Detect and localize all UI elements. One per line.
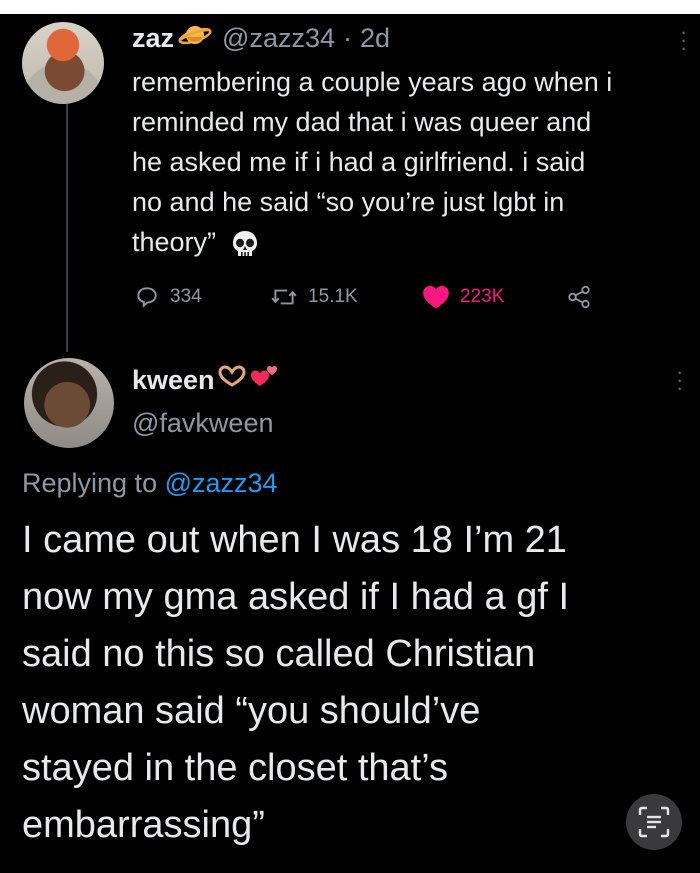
avatar-zaz[interactable] [22, 22, 104, 104]
tweet-line-last: theory” [132, 222, 682, 262]
reply-icon [137, 287, 157, 308]
tweet-line: embarrassing” [22, 804, 265, 846]
display-name[interactable]: zaz [132, 23, 174, 54]
mention-link[interactable]: @zazz34 [165, 468, 278, 498]
retweet-count: 15.1K [308, 286, 358, 307]
avatar-kween[interactable] [24, 358, 114, 448]
tweet-line: he asked me if i had a girlfriend. i sai… [132, 147, 586, 177]
tweet-1-header: zaz @zazz34 · 2d [132, 22, 390, 55]
tweet-line: now my gma asked if I had a gf I [22, 576, 570, 618]
tweet-2-name-row: kween [132, 364, 279, 397]
reply-button[interactable]: 334 [134, 284, 202, 310]
more-icon[interactable]: · · · [680, 21, 687, 59]
planet-emoji [178, 22, 212, 55]
tweet-line: no and he said “so you’re just lgbt in [132, 187, 565, 217]
more-icon[interactable]: · · · [676, 361, 683, 399]
tweet-line: I came out when I was 18 I’m 21 [22, 519, 567, 561]
share-button[interactable] [566, 284, 602, 310]
heart-hands-emoji [217, 365, 247, 396]
screenshot-frame: zaz @zazz34 · 2d · · · remembering a coupl… [0, 0, 700, 873]
text-scan-button[interactable] [626, 794, 682, 850]
timestamp[interactable]: 2d [360, 23, 390, 54]
handle[interactable]: @favkween [132, 408, 273, 439]
tweet-2-body: I came out when I was 18 I’m 21 now my g… [22, 512, 682, 854]
tweet-line: remembering a couple years ago when i [132, 67, 613, 97]
top-edge-strip [0, 0, 700, 14]
handle[interactable]: @zazz34 [222, 23, 335, 54]
tweet-line: stayed in the closet that’s [22, 747, 448, 789]
text-scan-icon [638, 806, 670, 838]
tweet-line: said no this so called Christian [22, 633, 536, 675]
display-name[interactable]: kween [132, 365, 215, 396]
heart-icon [423, 285, 449, 309]
replying-label: Replying to [22, 468, 158, 498]
tweet-line: reminded my dad that i was queer and [132, 107, 592, 137]
reply-count: 334 [170, 286, 202, 307]
share-icon [568, 285, 590, 309]
like-count: 223K [460, 286, 505, 307]
tweet-line: theory” [132, 227, 217, 257]
like-button[interactable]: 223K [422, 284, 504, 310]
skull-emoji [230, 229, 260, 259]
retweet-icon [271, 289, 297, 305]
revolving-hearts-emoji [249, 364, 279, 397]
retweet-button[interactable]: 15.1K [270, 284, 358, 310]
tweet-1-actions: 334 15.1K 223K [132, 284, 652, 314]
thread-connector-line [66, 104, 68, 352]
separator-dot: · [343, 23, 352, 53]
tweet-1-body: remembering a couple years ago when i re… [132, 62, 682, 262]
replying-to: Replying to @zazz34 [22, 468, 278, 499]
tweet-line: woman said “you should’ve [22, 690, 481, 732]
